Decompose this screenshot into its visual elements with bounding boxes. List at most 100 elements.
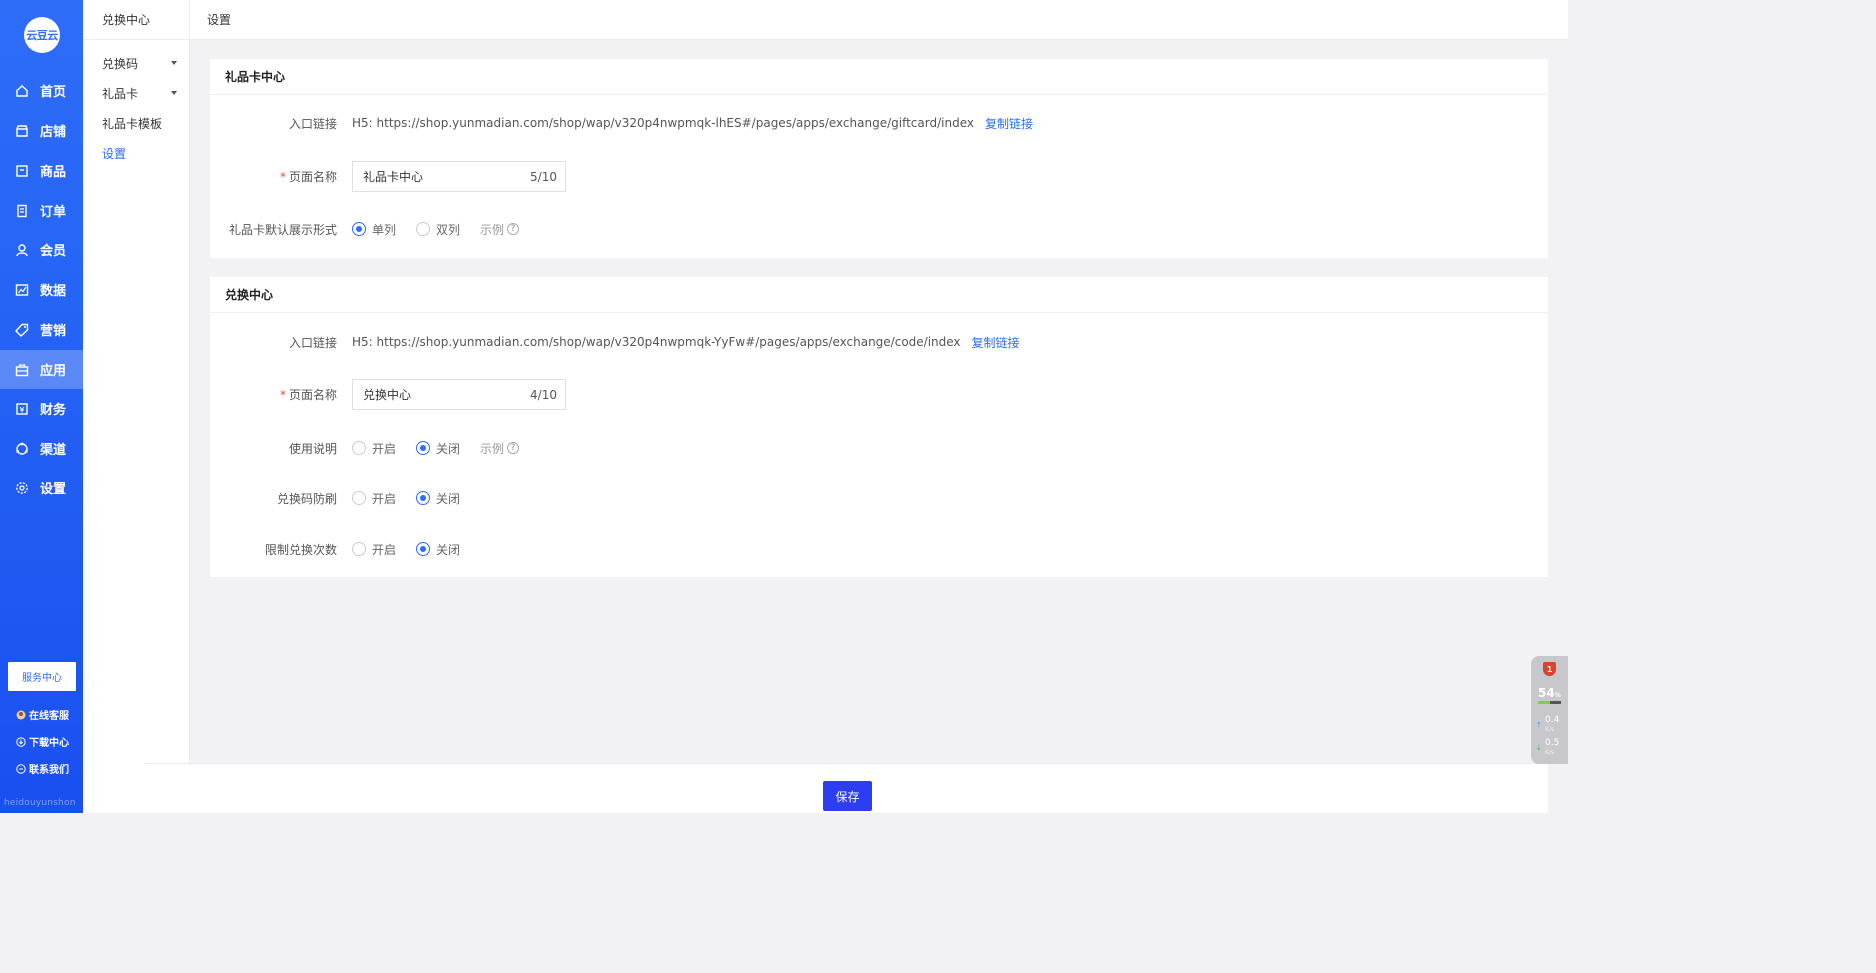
radio-dot <box>352 441 366 455</box>
help-icon: ? <box>507 442 520 454</box>
submenu-item-gift-card[interactable]: 礼品卡 <box>102 83 177 103</box>
finance-icon <box>15 402 29 416</box>
nav-label: 首页 <box>40 85 67 100</box>
char-counter: 4/10 <box>530 387 557 402</box>
display-mode-label: 礼品卡默认展示形式 <box>228 222 337 237</box>
download-center-label: 下载中心 <box>29 738 69 749</box>
product-icon <box>15 164 29 178</box>
usage-on-radio[interactable]: 开启 <box>352 440 396 457</box>
chart-icon <box>15 283 29 297</box>
usage-example-link[interactable]: 示例? <box>480 440 520 457</box>
limit-count-label: 限制兑换次数 <box>264 542 337 557</box>
save-button[interactable]: 保存 <box>823 781 872 811</box>
exchange-entry-url: H5: https://shop.yunmadian.com/shop/wap/… <box>352 335 961 349</box>
cpu-percent: 54% <box>1538 686 1561 700</box>
submenu-item-gift-card-template[interactable]: 礼品卡模板 <box>102 113 177 133</box>
anti-brush-row: 兑换码防刷 开启 关闭 <box>210 490 1548 506</box>
required-mark: * <box>279 170 286 184</box>
giftcard-page-name-input[interactable]: 礼品卡中心 5/10 <box>352 161 566 192</box>
cpu-bar-fill <box>1538 701 1551 704</box>
caret-down-icon <box>171 91 177 95</box>
nav-label: 渠道 <box>40 443 67 458</box>
anti-brush-on-radio[interactable]: 开启 <box>352 490 396 507</box>
nav-label: 应用 <box>40 364 67 379</box>
giftcard-example-link[interactable]: 示例? <box>480 221 520 238</box>
radio-dot <box>352 542 366 556</box>
help-icon: ? <box>507 223 520 235</box>
exchange-name-row: * 页面名称 兑换中心 4/10 <box>210 379 1548 410</box>
nav-label: 财务 <box>40 403 67 418</box>
nav-item-settings[interactable]: 设置 <box>0 468 83 507</box>
nav-label: 会员 <box>40 244 67 259</box>
entry-link-label: 入口链接 <box>288 116 337 131</box>
cpu-bar <box>1538 701 1561 704</box>
nav-label: 店铺 <box>40 125 67 140</box>
nav-item-channel[interactable]: 渠道 <box>0 429 83 468</box>
contact-us-link[interactable]: 联系我们 <box>16 761 69 776</box>
download-speed: 0.5 K/s <box>1545 738 1560 757</box>
brand-logo[interactable]: 云豆云 <box>24 17 60 53</box>
page-header: 设置 <box>190 0 1568 40</box>
submenu-item-redeem-code[interactable]: 兑换码 <box>102 53 177 73</box>
store-icon <box>15 124 29 138</box>
submenu-item-settings[interactable]: 设置 <box>102 143 177 163</box>
online-service-link[interactable]: 在线客服 <box>16 707 69 722</box>
download-arrow-icon: ↓ <box>1536 744 1542 752</box>
download-center-link[interactable]: 下载中心 <box>16 734 69 749</box>
nav-item-store[interactable]: 店铺 <box>0 111 83 150</box>
single-column-radio[interactable]: 单列 <box>352 221 396 238</box>
nav-item-home[interactable]: 首页 <box>0 71 83 110</box>
contact-us-label: 联系我们 <box>29 765 69 776</box>
system-monitor-widget[interactable]: 1 54% ↑ 0.4 K/s ↓ 0.5 K/s <box>1531 656 1568 764</box>
usage-off-radio[interactable]: 关闭 <box>416 440 460 457</box>
nav-item-product[interactable]: 商品 <box>0 151 83 190</box>
anti-brush-off-radio[interactable]: 关闭 <box>416 490 460 507</box>
secondary-menu: 兑换中心 兑换码 礼品卡 礼品卡模板 设置 <box>83 0 190 813</box>
submenu-item-label: 兑换码 <box>102 56 139 71</box>
limit-on-radio[interactable]: 开启 <box>352 541 396 558</box>
nav-label: 订单 <box>40 205 67 220</box>
order-icon <box>15 204 29 218</box>
service-center-button[interactable]: 服务中心 <box>8 662 76 691</box>
nav-item-order[interactable]: 订单 <box>0 191 83 230</box>
exchange-page-name-input[interactable]: 兑换中心 4/10 <box>352 379 566 410</box>
nav-label: 商品 <box>40 165 67 180</box>
submenu-item-label: 礼品卡 <box>102 86 139 101</box>
nav-item-data[interactable]: 数据 <box>0 270 83 309</box>
radio-dot <box>416 222 431 236</box>
limit-off-radio[interactable]: 关闭 <box>416 541 460 558</box>
radio-dot <box>352 491 366 505</box>
input-value: 兑换中心 <box>363 388 412 402</box>
giftcard-name-row: * 页面名称 礼品卡中心 5/10 <box>210 161 1548 192</box>
upload-speed: 0.4 K/s <box>1545 715 1560 734</box>
usage-instructions-row: 使用说明 开启 关闭 示例? <box>210 440 1548 456</box>
submenu-item-label: 礼品卡模板 <box>102 116 163 131</box>
nav-item-member[interactable]: 会员 <box>0 230 83 269</box>
submenu-item-label: 设置 <box>102 146 127 161</box>
nav-item-finance[interactable]: 财务 <box>0 389 83 428</box>
radio-dot <box>416 491 431 505</box>
giftcard-copy-link-button[interactable]: 复制链接 <box>985 115 1033 132</box>
gear-icon <box>15 481 29 495</box>
caret-down-icon <box>171 61 177 65</box>
radio-dot <box>416 441 431 455</box>
exchange-copy-link-button[interactable]: 复制链接 <box>972 334 1020 351</box>
double-column-radio[interactable]: 双列 <box>416 221 460 238</box>
entry-link-label: 入口链接 <box>288 335 337 350</box>
page-name-label: * 页面名称 <box>279 388 337 402</box>
chat-icon <box>16 763 26 774</box>
app-icon <box>15 363 29 377</box>
radio-dot <box>352 222 366 236</box>
giftcard-card-title: 礼品卡中心 <box>210 59 1548 95</box>
nav-item-app[interactable]: 应用 <box>0 350 83 389</box>
channel-icon <box>15 442 29 456</box>
avatar-icon <box>16 710 26 720</box>
giftcard-entry-url: H5: https://shop.yunmadian.com/shop/wap/… <box>352 116 974 130</box>
page-title: 设置 <box>207 13 232 27</box>
char-counter: 5/10 <box>530 169 557 184</box>
save-bar: 保存 <box>145 763 1548 813</box>
home-icon <box>15 84 29 98</box>
nav-item-marketing[interactable]: 营销 <box>0 310 83 349</box>
input-value: 礼品卡中心 <box>363 170 424 184</box>
download-icon <box>16 736 26 747</box>
